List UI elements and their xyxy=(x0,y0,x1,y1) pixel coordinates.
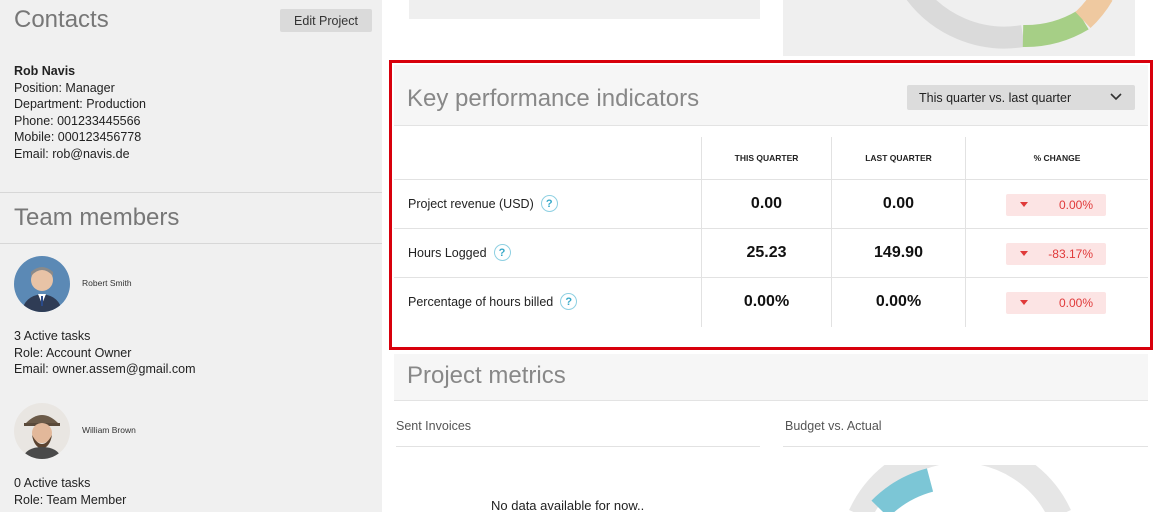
kpi-row-label: Percentage of hours billed ? xyxy=(408,293,578,310)
change-badge: -83.17% xyxy=(1006,243,1106,265)
period-select[interactable]: This quarter vs. last quarter xyxy=(907,85,1135,110)
sidebar: Contacts Edit Project Rob Navis Position… xyxy=(0,0,382,512)
contact-department: Department: Production xyxy=(14,97,147,111)
contact-card: Rob Navis Position: Manager Department: … xyxy=(14,63,146,162)
contact-name: Rob Navis xyxy=(14,64,76,78)
project-metrics-header: Project metrics xyxy=(394,354,1148,401)
sent-invoices-title: Sent Invoices xyxy=(396,419,472,433)
member-email: Email: owner.assem@gmail.com xyxy=(14,362,196,376)
team-members-title: Team members xyxy=(14,204,180,231)
kpi-panel: Key performance indicators This quarter … xyxy=(394,65,1148,349)
divider xyxy=(396,446,760,447)
top-chart-panel xyxy=(783,0,1135,56)
member-name[interactable]: William Brown xyxy=(82,425,136,435)
donut-chart-partial xyxy=(906,0,1113,49)
member-info: 3 Active tasks Role: Account Owner Email… xyxy=(14,328,196,378)
this-quarter-value: 0.00% xyxy=(743,293,790,310)
avatar[interactable] xyxy=(14,256,70,312)
contact-mobile: Mobile: 000123456778 xyxy=(14,130,142,144)
contact-position: Position: Manager xyxy=(14,80,115,95)
last-quarter-value: 0.00% xyxy=(875,293,922,310)
kpi-row-label-text: Project revenue (USD) xyxy=(408,196,534,211)
member-role: Role: Team Member xyxy=(14,492,127,507)
member-info: 0 Active tasks Role: Team Member xyxy=(14,475,126,508)
column-header-this-quarter: THIS QUARTER xyxy=(734,153,799,163)
down-arrow-icon xyxy=(1020,300,1028,305)
period-select-value: This quarter vs. last quarter xyxy=(919,90,1072,105)
column-header-change: % CHANGE xyxy=(1033,153,1081,163)
down-arrow-icon xyxy=(1020,202,1028,207)
divider xyxy=(0,192,382,193)
top-panel xyxy=(409,0,760,19)
row-divider xyxy=(394,179,1148,180)
member-name[interactable]: Robert Smith xyxy=(82,278,132,288)
contact-phone: Phone: 001233445566 xyxy=(14,113,141,128)
change-value: 0.00% xyxy=(1058,198,1093,212)
change-value: 0.00% xyxy=(1058,296,1093,310)
member-role: Role: Account Owner xyxy=(14,345,132,360)
project-metrics-title: Project metrics xyxy=(407,362,566,389)
last-quarter-value: 149.90 xyxy=(874,244,923,261)
kpi-title: Key performance indicators xyxy=(407,85,700,112)
member-tasks: 0 Active tasks xyxy=(14,476,91,490)
kpi-row-label-text: Percentage of hours billed xyxy=(408,294,554,309)
contact-email: Email: rob@navis.de xyxy=(14,146,130,161)
avatar[interactable] xyxy=(14,403,70,459)
kpi-row-label: Hours Logged ? xyxy=(408,244,511,261)
row-divider xyxy=(394,277,1148,278)
this-quarter-value: 25.23 xyxy=(746,244,787,261)
change-badge: 0.00% xyxy=(1006,194,1106,216)
kpi-row-label-text: Hours Logged xyxy=(408,245,487,260)
no-data-message: No data available for now.. xyxy=(491,498,645,513)
divider xyxy=(783,446,1148,447)
member-tasks: 3 Active tasks xyxy=(14,329,91,343)
change-value: -83.17% xyxy=(1048,247,1093,261)
column-divider xyxy=(965,137,966,327)
edit-project-button[interactable]: Edit Project xyxy=(280,9,372,32)
help-icon[interactable]: ? xyxy=(540,195,558,212)
last-quarter-value: 0.00 xyxy=(882,195,915,212)
down-arrow-icon xyxy=(1020,251,1028,256)
budget-vs-actual-title: Budget vs. Actual xyxy=(785,419,882,433)
help-icon[interactable]: ? xyxy=(493,244,511,261)
help-icon[interactable]: ? xyxy=(560,293,578,310)
chevron-down-icon xyxy=(1110,93,1122,101)
change-badge: 0.00% xyxy=(1006,292,1106,314)
divider xyxy=(0,243,382,244)
budget-donut-chart-partial xyxy=(849,465,1071,512)
contacts-title: Contacts xyxy=(14,6,109,33)
kpi-row-label: Project revenue (USD) ? xyxy=(408,195,558,212)
row-divider xyxy=(394,228,1148,229)
kpi-header: Key performance indicators This quarter … xyxy=(394,65,1148,126)
this-quarter-value: 0.00 xyxy=(750,195,783,212)
column-header-last-quarter: LAST QUARTER xyxy=(865,153,932,163)
